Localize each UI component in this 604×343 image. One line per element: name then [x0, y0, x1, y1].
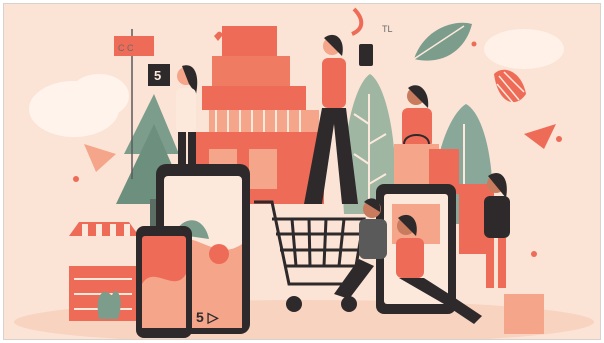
small-phone — [136, 226, 192, 338]
sticker-text: C C — [118, 43, 134, 53]
cloud-right — [484, 29, 564, 69]
cloud-left-top — [69, 74, 129, 118]
corner-scribble: TL — [382, 24, 393, 34]
illustration-frame: C C TL 5 5 ▷ — [3, 3, 601, 340]
phone-screen-text: 5 ▷ — [196, 309, 220, 325]
number-card-text: 5 — [154, 68, 161, 83]
shopping-illustration: C C TL 5 5 ▷ — [4, 4, 600, 339]
cart-wheel-left — [286, 296, 302, 312]
